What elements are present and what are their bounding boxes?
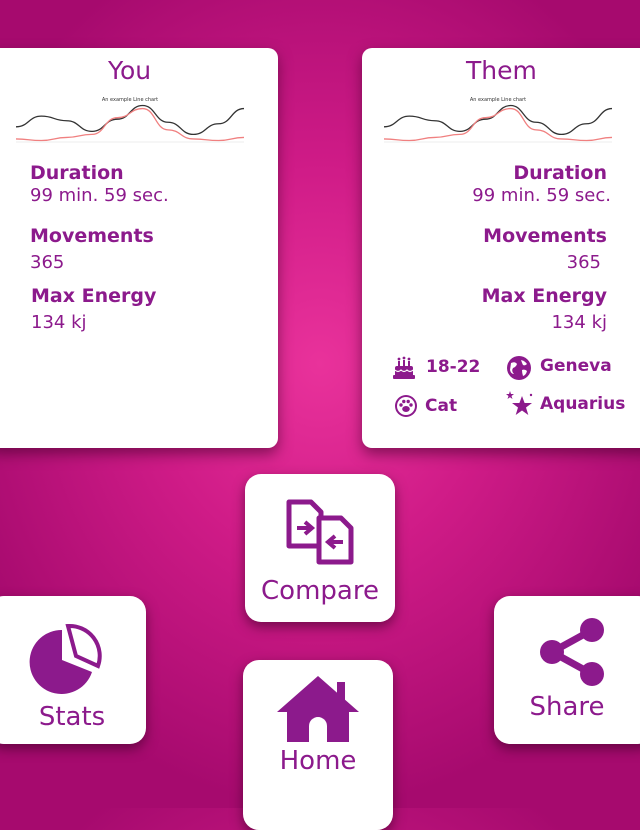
you-title: You [108,56,152,85]
them-pet: Cat [425,396,458,416]
you-line-chart: An example Line chart [15,97,245,143]
share-label: Share [529,692,605,722]
paw-icon [395,395,417,417]
compare-button[interactable]: Compare [245,474,395,622]
cake-icon [393,356,415,379]
them-duration-label: Duration [513,162,607,184]
you-movements-value: 365 [30,252,65,273]
home-button[interactable]: Home [243,660,393,830]
you-duration-value: 99 min. 59 sec. [30,185,169,206]
pie-chart-icon [29,623,102,694]
them-duration-value: 99 min. 59 sec. [472,185,611,206]
globe-icon [507,356,531,380]
share-button[interactable]: Share [494,596,640,744]
compare-files-icon [286,499,354,565]
them-line-chart: An example Line chart [383,97,613,143]
stats-button[interactable]: Stats [0,596,146,744]
you-card: You An example Line chart Duration 99 mi… [0,48,278,448]
stars-icon [506,391,533,415]
them-age: 18-22 [426,357,481,377]
them-title: Them [466,56,537,85]
you-chart-title: An example Line chart [102,97,158,103]
stats-label: Stats [38,702,106,732]
you-movements-label: Movements [30,225,154,247]
home-icon [277,676,359,742]
them-city: Geneva [540,356,612,376]
you-chart-series-0 [15,104,245,136]
them-movements-label: Movements [483,225,607,247]
share-icon [540,618,604,686]
them-chart-series-1 [383,107,613,142]
them-chart-title: An example Line chart [470,97,526,103]
them-card: Them An example Line chart Duration 99 m… [362,48,640,448]
compare-label: Compare [261,576,379,606]
them-sign: Aquarius [540,394,626,414]
you-max-energy-label: Max Energy [31,285,157,307]
you-chart-series-1 [15,107,245,142]
them-movements-value: 365 [566,252,601,273]
you-duration-label: Duration [30,162,124,184]
them-max-energy-value: 134 kj [551,312,607,333]
home-label: Home [279,746,357,776]
them-max-energy-label: Max Energy [481,285,607,307]
you-max-energy-value: 134 kj [31,312,87,333]
them-chart-series-0 [383,104,613,136]
